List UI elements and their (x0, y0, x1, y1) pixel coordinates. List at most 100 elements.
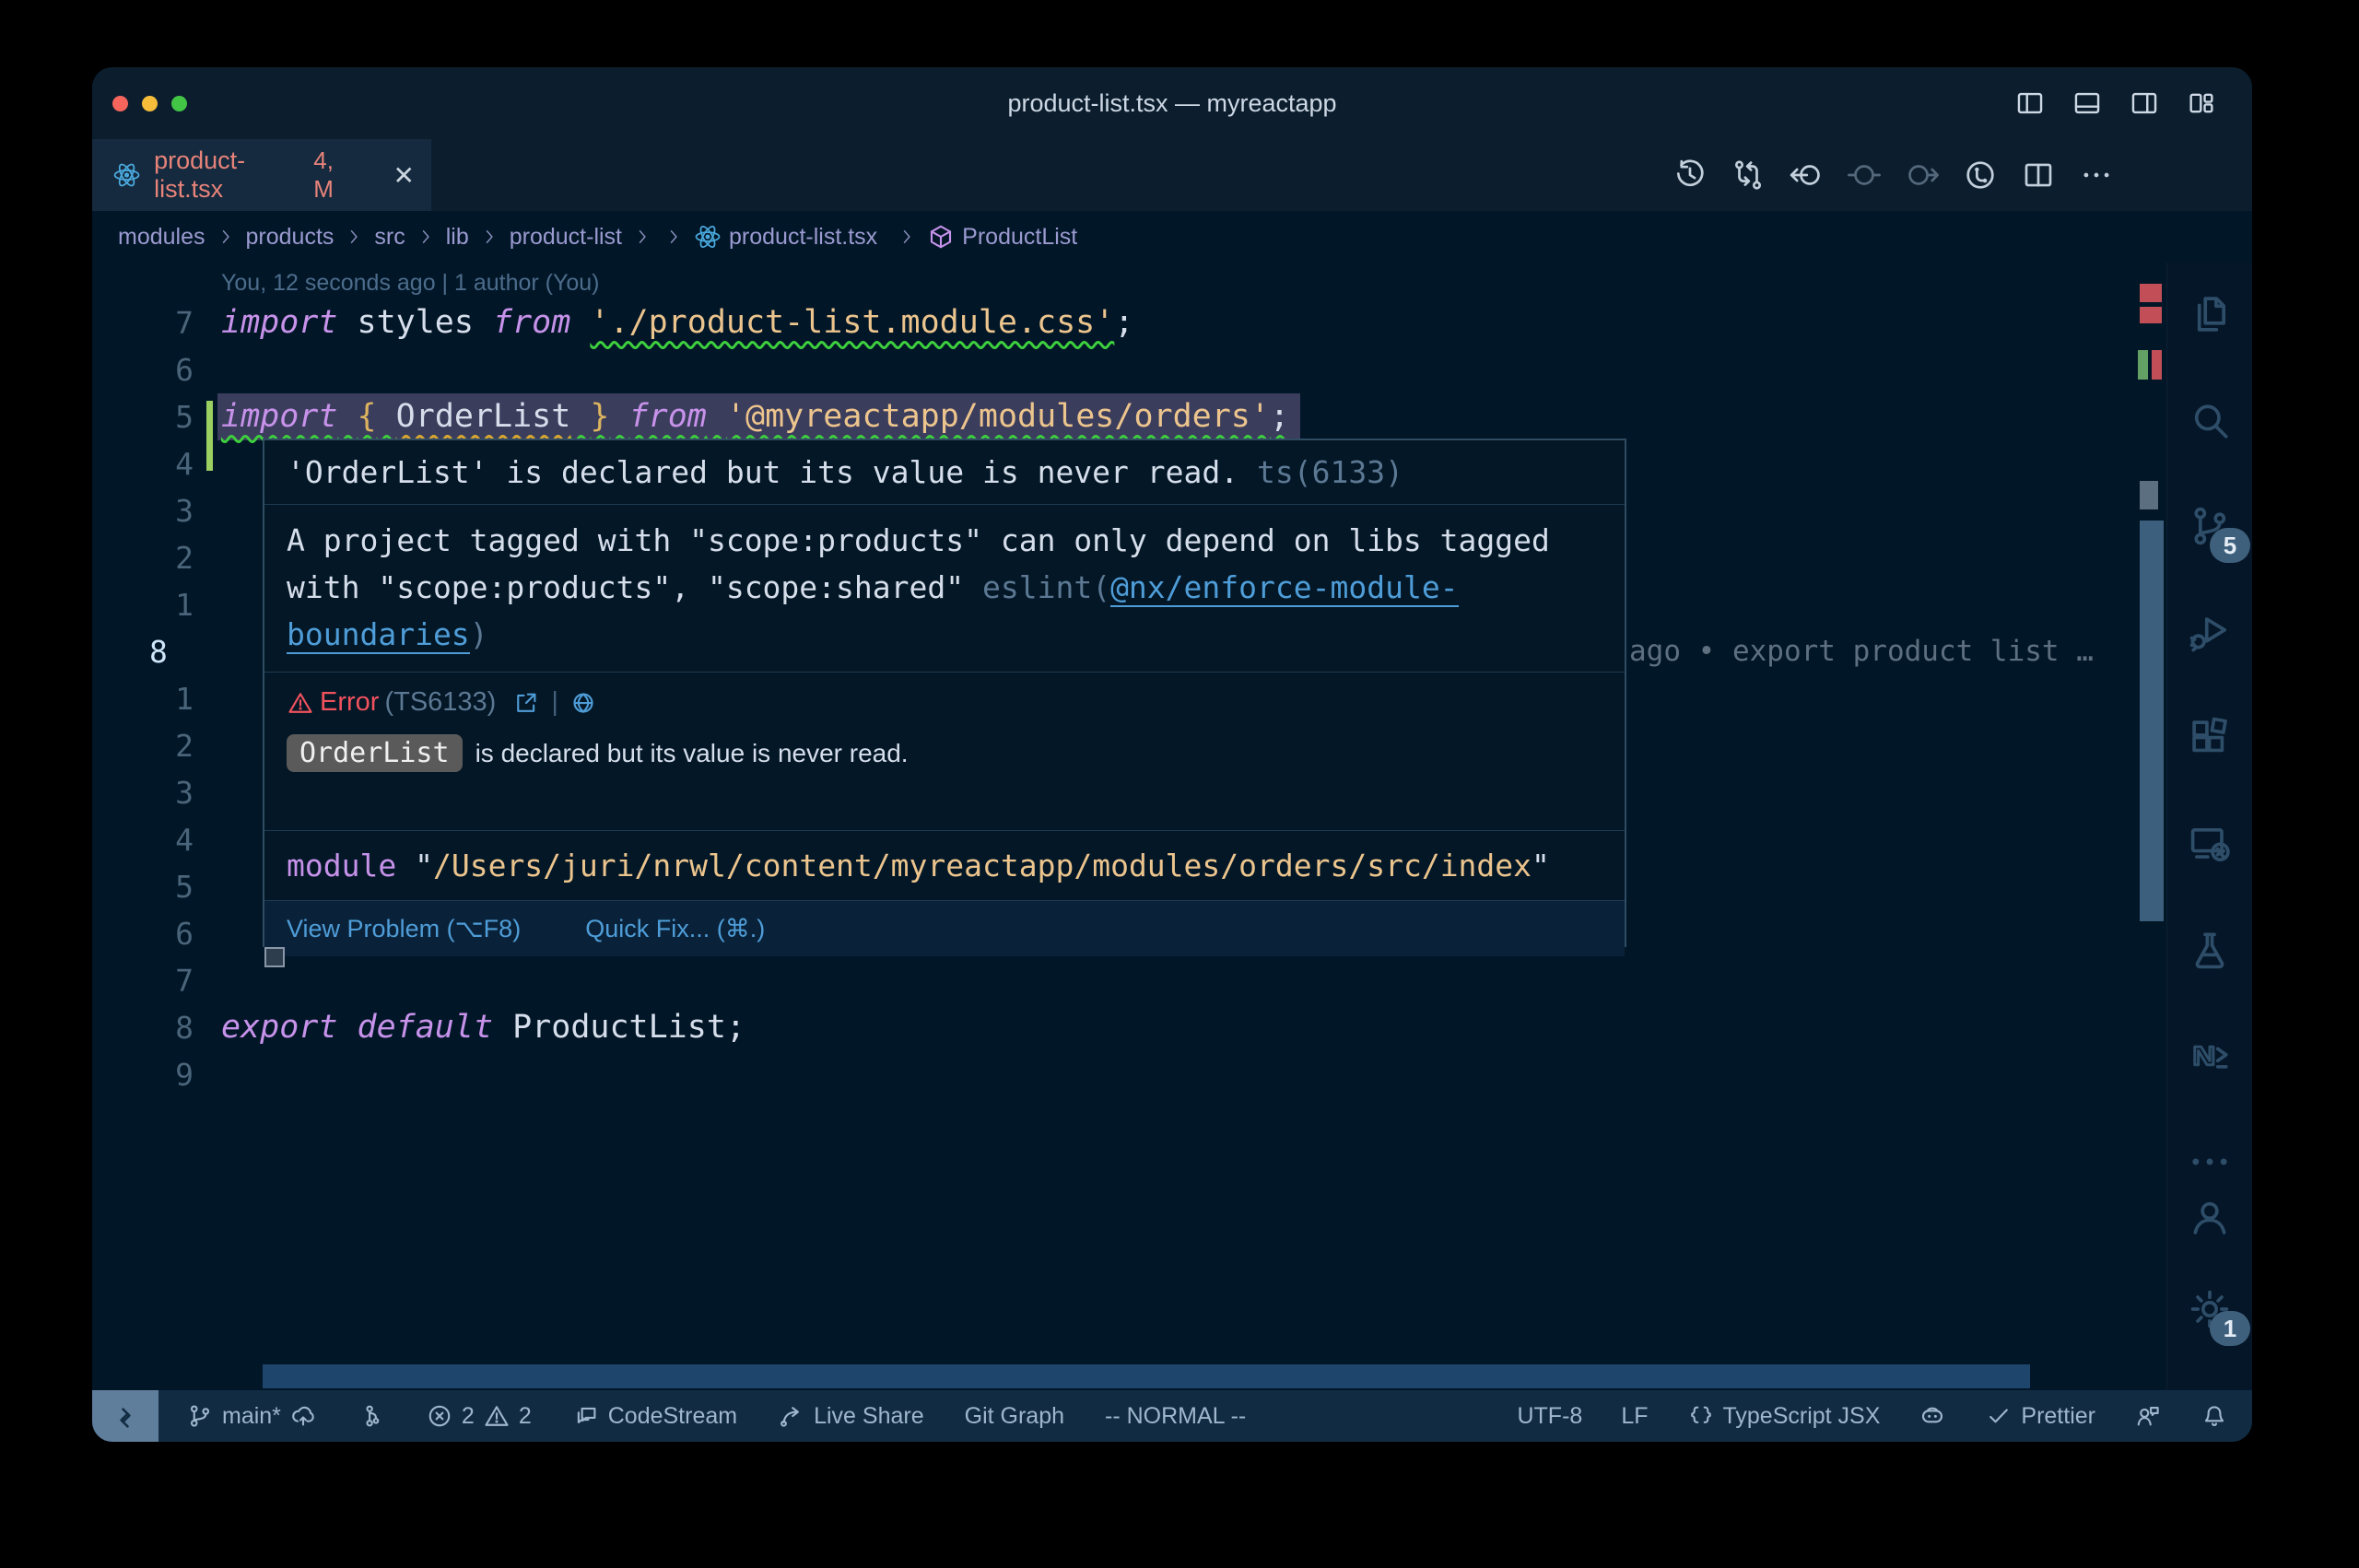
bell-icon (2201, 1402, 2228, 1430)
layout-panel-icon[interactable] (2071, 88, 2103, 119)
eslint-rule-link[interactable]: boundaries (287, 616, 470, 654)
hover-error-detail: Error(TS6133) | OrderList is declared bu… (264, 687, 1625, 831)
status-bar: main* 22 CodeStream Live Share Git Graph -- N… (92, 1390, 2252, 1442)
statusbar-item[interactable]: -- NORMAL -- (1105, 1403, 1246, 1430)
line-number: 1 (120, 581, 194, 628)
layout-customize-icon[interactable] (2186, 88, 2217, 119)
breadcrumb-symbol[interactable]: ProductList (927, 223, 1077, 251)
statusbar-item[interactable]: Prettier (1985, 1402, 2095, 1430)
react-icon (112, 159, 141, 191)
chevron-right-icon (664, 228, 683, 246)
code-line[interactable]: 7import styles from './product-list.modu… (92, 299, 2166, 346)
error-hover-tooltip: 'OrderList' is declared but its value is… (263, 439, 1626, 947)
statusbar-item[interactable] (2134, 1402, 2162, 1430)
more-actions-icon[interactable] (2079, 158, 2114, 193)
activitybar-source-control[interactable]: 5 (2182, 498, 2237, 554)
error-code: (TS6133) (384, 687, 496, 718)
statusbar-item[interactable]: 22 (426, 1402, 532, 1430)
statusbar-item[interactable]: LF (1621, 1403, 1648, 1430)
tab-product-list[interactable]: product-list.tsx 4, M ✕ (92, 139, 431, 211)
statusbar-item[interactable] (2201, 1402, 2228, 1430)
editor-toolbar (1672, 139, 2114, 211)
code-line[interactable]: 7 (92, 957, 2166, 1004)
error-label: Error (320, 687, 379, 718)
run-icon[interactable] (1963, 158, 1998, 193)
layout-sidebar-right-icon[interactable] (2129, 88, 2160, 119)
hover-ts-code: ts(6133) (1238, 454, 1403, 490)
close-tab-icon[interactable]: ✕ (393, 160, 415, 191)
chevron-right-icon (345, 228, 363, 246)
line-number: 1 (120, 675, 194, 722)
statusbar-item[interactable] (1919, 1402, 1946, 1430)
line-number: 3 (120, 769, 194, 816)
activitybar-account[interactable] (2182, 1189, 2237, 1245)
code-editor[interactable]: You, 12 seconds ago | 1 author (You) 7im… (92, 263, 2166, 1390)
code-line[interactable]: 6 (92, 346, 2166, 393)
overview-info-mark (2140, 481, 2158, 509)
horizontal-scrollbar[interactable] (263, 1364, 2030, 1388)
breadcrumb-file[interactable]: product-list.tsx (694, 223, 877, 251)
chevron-right-icon (633, 228, 651, 246)
overview-error-mark (2140, 307, 2162, 323)
breadcrumb-item[interactable]: modules (118, 224, 205, 251)
codestream-icon (572, 1402, 600, 1430)
line-number: 5 (120, 863, 194, 910)
external-link-icon[interactable] (512, 689, 540, 717)
hover-resize-grip[interactable] (264, 947, 285, 967)
vertical-scrollbar[interactable] (2140, 521, 2164, 921)
statusbar-item[interactable]: CodeStream (572, 1402, 737, 1430)
nav-back-icon[interactable] (1789, 158, 1824, 193)
breadcrumb-item[interactable]: products (246, 224, 334, 251)
gitlens-inline-blame: ago • export product list … (1629, 628, 2094, 675)
breadcrumb-item[interactable]: lib (446, 224, 469, 251)
compare-changes-icon[interactable] (1731, 158, 1766, 193)
statusbar-item[interactable]: main* (186, 1402, 317, 1430)
gitlens-blame-annotation: You, 12 seconds ago | 1 author (You) (221, 264, 600, 301)
activitybar-ellipsis[interactable] (2182, 1134, 2237, 1189)
statusbar-item[interactable]: Git Graph (965, 1403, 1064, 1430)
layout-controls (2014, 67, 2217, 139)
quick-fix-action[interactable]: Quick Fix... (⌘.) (585, 901, 765, 956)
activitybar-debug[interactable] (2182, 604, 2237, 660)
error-circle-icon (426, 1402, 453, 1430)
warning-triangle-icon (483, 1402, 511, 1430)
commit-graph-icon (358, 1402, 385, 1430)
statusbar-item[interactable]: UTF-8 (1517, 1403, 1582, 1430)
layout-sidebar-icon[interactable] (2014, 88, 2046, 119)
code-text: import { OrderList } from '@myreactapp/m… (217, 393, 1300, 440)
code-line[interactable]: 8export default ProductList; (92, 1004, 2166, 1051)
line-number: 6 (120, 910, 194, 957)
code-line[interactable]: 9 (92, 1051, 2166, 1098)
activitybar-remote-explorer[interactable] (2182, 816, 2237, 872)
activitybar-search[interactable] (2182, 392, 2237, 448)
symbol-chip: OrderList (287, 734, 463, 772)
nav-previous-icon[interactable] (1847, 158, 1882, 193)
activitybar-files[interactable] (2182, 287, 2237, 342)
breadcrumb-item[interactable]: product-list (510, 224, 622, 251)
activitybar-settings-gear[interactable]: 1 (2182, 1281, 2237, 1337)
vscode-window: product-list.tsx — myreactapp product-li… (92, 67, 2252, 1442)
view-problem-action[interactable]: View Problem (⌥F8) (287, 901, 521, 956)
remote-indicator[interactable] (92, 1390, 158, 1442)
copilot-icon (1919, 1402, 1946, 1430)
statusbar-item[interactable] (358, 1402, 385, 1430)
statusbar-label: Prettier (2021, 1403, 2095, 1430)
globe-icon[interactable] (569, 689, 597, 717)
split-editor-icon[interactable] (2021, 158, 2056, 193)
activitybar-nx-console[interactable] (2182, 1028, 2237, 1083)
statusbar-item[interactable]: Live Share (778, 1402, 924, 1430)
eslint-rule-link[interactable]: @nx/enforce-module- (1110, 569, 1459, 607)
breadcrumb-item[interactable]: src (374, 224, 405, 251)
line-number: 7 (120, 957, 194, 1004)
activity-bar: 5 1 (2166, 263, 2252, 1390)
code-line[interactable]: 5import { OrderList } from '@myreactapp/… (92, 393, 2166, 440)
activitybar-extensions[interactable] (2182, 710, 2237, 766)
timeline-icon[interactable] (1672, 158, 1708, 193)
chevron-right-icon (898, 228, 916, 246)
nav-next-icon[interactable] (1905, 158, 1940, 193)
overview-error-mark (2152, 350, 2162, 380)
hover-ts-message: 'OrderList' is declared but its value is… (264, 440, 1625, 505)
activitybar-testing[interactable] (2182, 922, 2237, 977)
statusbar-item[interactable]: TypeScript JSX (1687, 1402, 1881, 1430)
live-share-icon (778, 1402, 805, 1430)
